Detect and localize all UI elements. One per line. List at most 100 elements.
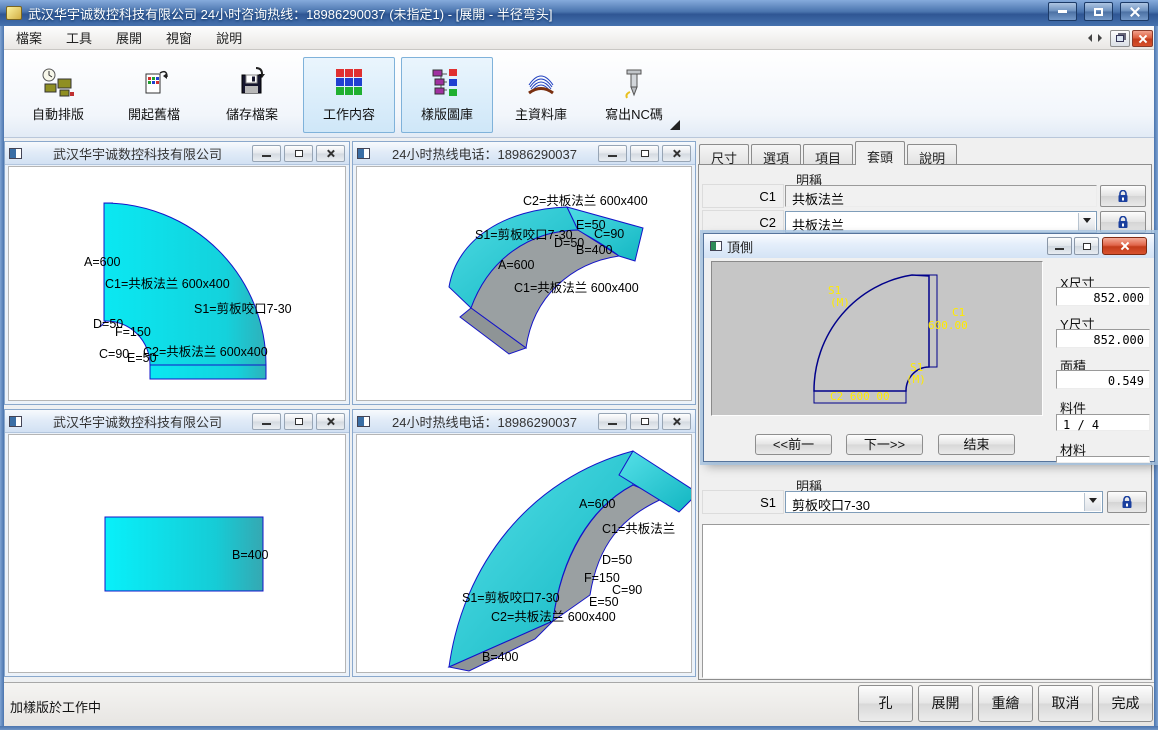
area-field: 0.549 [1056, 370, 1150, 389]
child-minimize-button[interactable] [252, 413, 281, 430]
chevron-down-icon[interactable] [1084, 493, 1101, 511]
child-titlebar[interactable]: 24小时热线电话：18986290037 [353, 410, 695, 433]
hole-button[interactable]: 孔 [858, 685, 913, 722]
dim-label: F=150 [115, 325, 151, 339]
dim-label: B=400 [576, 243, 613, 257]
child-restore-button[interactable] [1110, 30, 1130, 47]
toolbar-button-label: 工作内容 [323, 104, 375, 123]
child-titlebar[interactable]: 武汉华宇诚数控科技有限公司 [5, 410, 349, 433]
tab-connectors[interactable]: 套頭 [855, 141, 905, 165]
auto-nest-button[interactable]: 自動排版 [12, 57, 104, 133]
next-button[interactable]: 下一>> [846, 434, 923, 455]
dim-label: C2=共板法兰 600x400 [523, 190, 648, 209]
chevron-down-icon[interactable] [1078, 213, 1095, 231]
child-titlebar[interactable]: 武汉华宇诚数控科技有限公司 [5, 142, 349, 165]
drawing-canvas[interactable]: A=600 C1=共板法兰 600x400 S1=剪板咬口7-30 D=50 F… [8, 166, 346, 401]
menu-unfold[interactable]: 展開 [116, 28, 142, 47]
dialog-restore-button[interactable] [1074, 237, 1099, 255]
scroll-right-icon[interactable] [1098, 34, 1106, 42]
status-message: 加樣版於工作中 [10, 697, 101, 716]
child-restore-button[interactable] [630, 145, 659, 162]
work-content-button[interactable]: 工作内容 [303, 57, 395, 133]
edge-label-c2: C2 600 00 [830, 390, 890, 403]
template-library-button[interactable]: 樣版圖庫 [401, 57, 493, 133]
menu-file[interactable]: 檔案 [16, 28, 42, 47]
menu-tools[interactable]: 工具 [66, 28, 92, 47]
dim-label: B=400 [482, 650, 519, 664]
cancel-button[interactable]: 取消 [1038, 685, 1093, 722]
top-side-dialog[interactable]: 頂側 S1 (M) C1 600.00 S1 (M) C2 600 00 <<前… [703, 233, 1155, 462]
main-database-button[interactable]: 主資料庫 [495, 57, 587, 133]
seam-sublabel: (M) [906, 373, 926, 386]
drawing-canvas[interactable]: B=400 [8, 434, 346, 673]
pattern-preview-canvas: S1 (M) C1 600.00 S1 (M) C2 600 00 [711, 261, 1043, 416]
child-restore-button[interactable] [284, 145, 313, 162]
minimize-button[interactable] [1048, 2, 1077, 21]
previous-button[interactable]: <<前一 [755, 434, 832, 455]
toolbar-overflow-icon[interactable] [670, 120, 680, 130]
menubar: 檔案 工具 展開 視窗 說明 [4, 26, 1154, 50]
child-close-button[interactable] [662, 145, 691, 162]
child-titlebar[interactable]: 24小时热线电话：18986290037 [353, 142, 695, 165]
child-close-button[interactable] [1132, 30, 1153, 47]
child-restore-button[interactable] [284, 413, 313, 430]
window-frame-left [0, 26, 4, 730]
panel-empty-area [702, 524, 1150, 678]
minimize-icon [1055, 248, 1064, 250]
titlebar: 武汉华宇诚数控科技有限公司 24小时咨询热线：18986290037 (未指定1… [0, 0, 1158, 26]
c1-lock-button[interactable] [1100, 185, 1146, 207]
tab-options[interactable]: 選項 [751, 144, 801, 165]
open-file-button[interactable]: 開起舊檔 [108, 57, 200, 133]
child-minimize-button[interactable] [598, 413, 627, 430]
tab-items[interactable]: 項目 [803, 144, 853, 165]
tab-notes[interactable]: 說明 [907, 144, 957, 165]
unfold-button[interactable]: 展開 [918, 685, 973, 722]
dialog-close-button[interactable] [1102, 237, 1147, 255]
write-nc-code-button[interactable]: 寫出NC碼 [588, 57, 680, 133]
restore-icon [641, 150, 649, 157]
c2-combo-value: 共板法兰 [792, 218, 844, 233]
scroll-left-icon[interactable] [1084, 34, 1092, 42]
application-window: 武汉华宇诚数控科技有限公司 24小时咨询热线：18986290037 (未指定1… [0, 0, 1158, 730]
c1-value-field[interactable]: 共板法兰 [785, 185, 1097, 207]
edge-value-c1: 600.00 [928, 319, 968, 332]
minimize-icon [1058, 10, 1067, 13]
finish-button[interactable]: 结束 [938, 434, 1015, 455]
maximize-button[interactable] [1084, 2, 1113, 21]
restore-icon [641, 418, 649, 425]
close-icon [1121, 242, 1129, 250]
toolbar-button-label: 寫出NC碼 [605, 104, 663, 123]
statusbar: 加樣版於工作中 孔 展開 重繪 取消 完成 [0, 682, 1158, 726]
redraw-button[interactable]: 重繪 [978, 685, 1033, 722]
dialog-minimize-button[interactable] [1047, 237, 1072, 255]
menu-help[interactable]: 說明 [216, 28, 242, 47]
row-key-c2: C2 [702, 210, 784, 234]
close-button[interactable] [1120, 2, 1149, 21]
child-close-button[interactable] [316, 413, 345, 430]
seam-sublabel: (M) [830, 296, 850, 309]
main-database-icon [524, 67, 558, 102]
drawing-canvas[interactable]: A=600 C1=共板法兰 D=50 F=150 C=90 S1=剪板咬口7-3… [356, 434, 692, 673]
child-minimize-button[interactable] [598, 145, 627, 162]
complete-button[interactable]: 完成 [1098, 685, 1153, 722]
s1-lock-button[interactable] [1107, 491, 1147, 513]
drawing-canvas[interactable]: C2=共板法兰 600x400 S1=剪板咬口7-30 E=50 C=90 D=… [356, 166, 692, 401]
child-close-button[interactable] [662, 413, 691, 430]
s1-combo[interactable]: 剪板咬口7-30 [785, 491, 1103, 513]
c2-lock-button[interactable] [1100, 211, 1146, 233]
dim-label: D=50 [602, 553, 632, 567]
save-file-button[interactable]: 儲存檔案 [206, 57, 298, 133]
tab-dimensions[interactable]: 尺寸 [699, 144, 749, 165]
close-icon [326, 149, 335, 158]
template-library-icon [431, 67, 463, 100]
material-field [1056, 456, 1150, 463]
menu-window[interactable]: 視窗 [166, 28, 192, 47]
minimize-icon [608, 155, 617, 157]
close-icon [1139, 35, 1147, 43]
dim-label: C2=共板法兰 600x400 [143, 341, 268, 360]
c2-combo[interactable]: 共板法兰 [785, 211, 1097, 233]
child-restore-button[interactable] [630, 413, 659, 430]
y-size-field: 852.000 [1056, 329, 1150, 348]
child-minimize-button[interactable] [252, 145, 281, 162]
child-close-button[interactable] [316, 145, 345, 162]
